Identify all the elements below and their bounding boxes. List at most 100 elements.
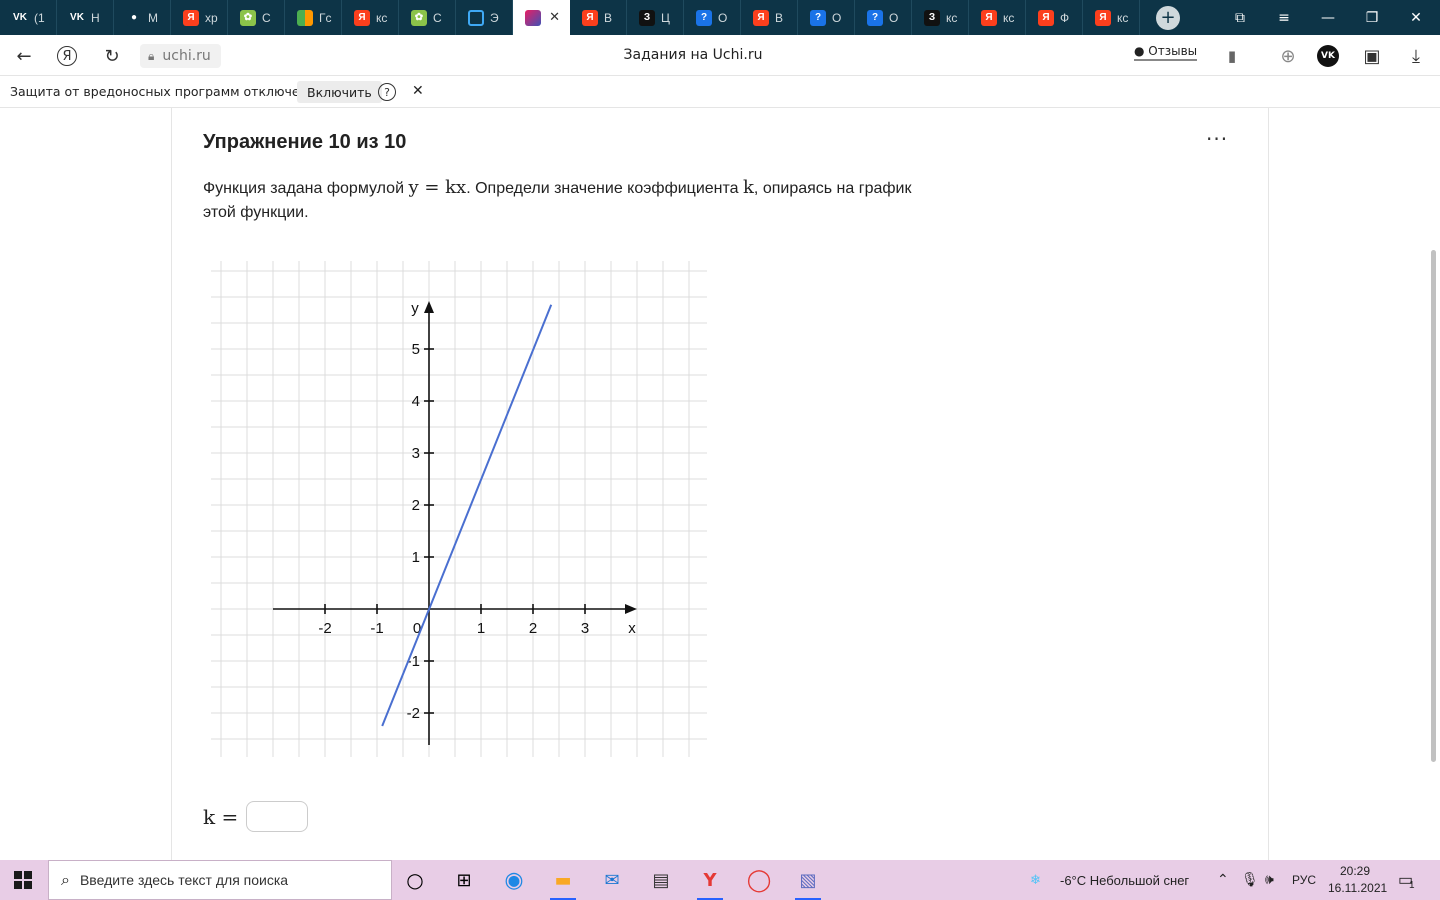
yandex-icon: Я <box>981 9 997 26</box>
mail-icon[interactable]: ✉ <box>597 866 627 894</box>
notification-count: 1 <box>1409 880 1415 891</box>
flower-icon: ✿ <box>411 9 427 26</box>
x-axis-arrow <box>625 604 637 614</box>
browser-tab[interactable]: ЗЦ <box>627 0 684 35</box>
browser-tab[interactable]: ? О <box>684 0 741 35</box>
browser-tab[interactable]: Э <box>456 0 513 35</box>
task-text-part: . Определи значение коэффициента <box>466 180 743 197</box>
browser-tab[interactable]: VK (1 <box>0 0 57 35</box>
tab-label: С <box>433 10 442 25</box>
answer-input[interactable] <box>246 801 309 832</box>
explorer-icon[interactable]: ▬ <box>548 866 578 900</box>
exercise-card: Упражнение 10 из 10 ··· Функция задана ф… <box>171 107 1269 867</box>
clock-date[interactable]: 16.11.2021 <box>1328 881 1387 895</box>
edge-icon[interactable]: ◉ <box>499 866 529 894</box>
browser-tab[interactable]: VK Н <box>57 0 114 35</box>
menu-icon[interactable]: ≡ <box>1262 0 1306 35</box>
weather-icon: ❄ <box>1030 872 1041 887</box>
task-text-part: Функция задана формулой <box>203 180 409 197</box>
new-tab-icon[interactable]: + <box>1156 5 1180 30</box>
browser-tab[interactable]: ЯФ <box>1026 0 1083 35</box>
task-view-icon[interactable]: ⊞ <box>449 866 479 894</box>
browser-tab[interactable]: ЯВ <box>741 0 798 35</box>
tab-manager-icon[interactable]: ⧉ <box>1218 0 1262 35</box>
weather-text[interactable]: -6°C Небольшой снег <box>1060 873 1189 888</box>
x-tick-label: -1 <box>370 620 383 637</box>
protection-message: Защита от вредоносных программ отключена <box>10 84 316 99</box>
close-tab-icon[interactable]: ✕ <box>549 9 560 25</box>
browser-tab[interactable]: ? О <box>855 0 912 35</box>
yandex-icon: Я <box>582 9 598 26</box>
browser-tab[interactable]: ✿ С <box>399 0 456 35</box>
protection-bar: Защита от вредоносных программ отключена… <box>0 76 1440 108</box>
clock-time[interactable]: 20:29 <box>1340 864 1370 878</box>
chevron-up-icon[interactable]: ⌃ <box>1217 871 1229 888</box>
question-icon: ? <box>696 9 712 26</box>
browser-tab[interactable]: ? О <box>798 0 855 35</box>
y-axis-label: y <box>411 300 419 317</box>
tab-label: кс <box>1117 10 1129 25</box>
volume-icon[interactable]: 🕪︎ <box>1265 871 1274 888</box>
opera-icon[interactable]: ◯ <box>744 866 774 894</box>
uchi-icon <box>525 9 541 26</box>
browser-tab[interactable]: ✕ <box>513 0 570 35</box>
edge-icon <box>468 9 484 26</box>
windows-start-icon[interactable] <box>14 871 32 889</box>
yandex-icon: Я <box>354 9 370 26</box>
tab-label: С <box>262 10 271 25</box>
y-tick-label: 2 <box>412 497 420 514</box>
store-icon[interactable]: ▤ <box>646 866 676 894</box>
enable-protection-button[interactable]: Включить <box>297 81 382 103</box>
close-icon[interactable]: ✕ <box>412 83 424 99</box>
browser-tab[interactable]: Якс <box>1083 0 1140 35</box>
answer-row: k = <box>203 801 309 832</box>
help-icon[interactable]: ? <box>378 83 396 101</box>
y-axis-arrow <box>424 301 434 313</box>
x-tick-label: -2 <box>318 620 331 637</box>
tab-label: О <box>718 10 728 25</box>
windows-taskbar: ⌕ Введите здесь текст для поиска ○ ⊞ ◉ ▬… <box>0 860 1440 900</box>
vk-extension-icon[interactable]: VK <box>1317 45 1339 67</box>
x-tick-label: 2 <box>529 620 537 637</box>
scrollbar[interactable] <box>1431 250 1436 762</box>
tab-label: Гс <box>319 10 332 25</box>
minimize-icon[interactable]: — <box>1306 0 1350 35</box>
browser-tab[interactable]: ● М <box>114 0 171 35</box>
browser-tab[interactable]: Зкс <box>912 0 969 35</box>
tab-label: Н <box>91 10 100 25</box>
browser-tab[interactable]: Якс <box>342 0 399 35</box>
more-options-icon[interactable]: ··· <box>1206 127 1228 151</box>
globe-icon[interactable]: ⊕ <box>1277 45 1299 67</box>
yandex-icon: Я <box>1038 9 1054 26</box>
cortana-icon[interactable]: ○ <box>400 866 430 894</box>
close-window-icon[interactable]: ✕ <box>1394 0 1438 35</box>
book-icon <box>297 9 313 26</box>
microphone-icon[interactable]: 🎙︎ <box>1241 871 1259 888</box>
taskbar-search[interactable]: ⌕ Введите здесь текст для поиска <box>48 860 392 900</box>
bookmark-icon[interactable]: ▮ <box>1221 45 1243 67</box>
browser-tab[interactable]: ЯВ <box>570 0 627 35</box>
browser-tab[interactable]: Гс <box>285 0 342 35</box>
download-icon[interactable]: ⤓ <box>1405 45 1427 67</box>
chat-icon: ● <box>126 9 142 26</box>
answer-label: k = <box>203 804 239 829</box>
browser-tab[interactable]: Яхр <box>171 0 228 35</box>
reviews-label: Отзывы <box>1148 44 1198 58</box>
yandex-icon: Я <box>753 9 769 26</box>
address-bar: ← Я ↻ 🔒︎ uchi.ru Задания на Uchi.ru ● От… <box>0 35 1440 76</box>
browser-tab[interactable]: ✿ С <box>228 0 285 35</box>
browser-tab[interactable]: Якс <box>969 0 1026 35</box>
tab-label: кс <box>1003 10 1015 25</box>
coefficient-symbol: k <box>743 177 754 198</box>
x-axis-label: x <box>628 620 636 637</box>
y-tick-label: 4 <box>412 393 420 410</box>
collections-icon[interactable]: ▣ <box>1361 45 1383 67</box>
language-indicator[interactable]: РУС <box>1292 873 1316 887</box>
tab-label: Ц <box>661 10 670 25</box>
photos-icon[interactable]: ▧ <box>793 866 823 900</box>
reviews-link[interactable]: ● Отзывы <box>1134 44 1198 61</box>
tab-label: Э <box>490 10 499 25</box>
restore-icon[interactable]: ❐ <box>1350 0 1394 35</box>
yandex-browser-icon[interactable]: Y <box>695 866 725 900</box>
vk-icon: VK <box>69 9 85 26</box>
